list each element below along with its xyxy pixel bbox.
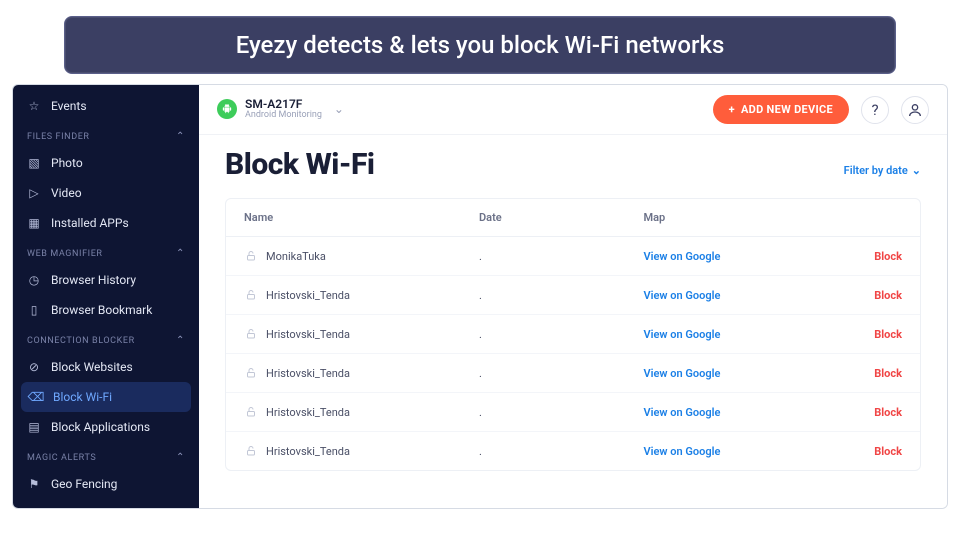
caption-banner: Eyezy detects & lets you block Wi-Fi net… bbox=[64, 16, 896, 74]
sidebar-item-label: Video bbox=[51, 186, 82, 200]
sidebar-item-photo[interactable]: ▧ Photo bbox=[13, 148, 199, 178]
wifi-name: Hristovski_Tenda bbox=[266, 445, 350, 458]
unlock-icon bbox=[244, 327, 258, 341]
col-date: Date bbox=[479, 211, 644, 224]
wifi-date: . bbox=[479, 406, 644, 419]
sidebar-item-block-applications[interactable]: ▤ Block Applications bbox=[13, 412, 199, 442]
wifi-date: . bbox=[479, 328, 644, 341]
wifi-name: Hristovski_Tenda bbox=[266, 367, 350, 380]
wifi-name: Hristovski_Tenda bbox=[266, 406, 350, 419]
table-row: Hristovski_Tenda . View on Google Block bbox=[226, 432, 920, 470]
unlock-icon bbox=[244, 444, 258, 458]
pin-icon: ⚑ bbox=[27, 477, 41, 491]
sidebar-item-block-wifi[interactable]: ⌫ Block Wi-Fi bbox=[21, 382, 191, 412]
block-link[interactable]: Block bbox=[832, 406, 903, 419]
view-on-google-link[interactable]: View on Google bbox=[644, 250, 832, 263]
sidebar-item-label: Block Websites bbox=[51, 360, 133, 374]
page-content: Block Wi-Fi Filter by date ⌄ Name Date M… bbox=[199, 135, 947, 471]
bookmark-icon: ▯ bbox=[27, 303, 41, 317]
sidebar-item-keyword-tracking[interactable]: Aa Keyword tracking bbox=[13, 499, 199, 508]
sidebar-item-events[interactable]: ☆ Events bbox=[13, 91, 199, 121]
sidebar-item-label: Block Applications bbox=[51, 420, 150, 434]
sidebar-item-installed-apps[interactable]: ▦ Installed APPs bbox=[13, 208, 199, 238]
plus-icon: + bbox=[729, 103, 735, 116]
star-icon: ☆ bbox=[27, 99, 41, 113]
sidebar-item-label: Geo Fencing bbox=[51, 477, 117, 491]
unlock-icon bbox=[244, 405, 258, 419]
android-icon bbox=[217, 99, 237, 119]
chevron-up-icon: ⌃ bbox=[176, 131, 185, 142]
user-icon[interactable] bbox=[901, 96, 929, 124]
grid-icon: ▦ bbox=[27, 216, 41, 230]
sidebar-section-magic-alerts[interactable]: MAGIC ALERTS ⌃ bbox=[13, 442, 199, 469]
table-row: Hristovski_Tenda . View on Google Block bbox=[226, 315, 920, 354]
help-icon[interactable]: ? bbox=[861, 96, 889, 124]
col-name: Name bbox=[244, 211, 479, 224]
view-on-google-link[interactable]: View on Google bbox=[644, 406, 832, 419]
view-on-google-link[interactable]: View on Google bbox=[644, 445, 832, 458]
sidebar-item-label: Browser History bbox=[51, 273, 136, 287]
unlock-icon bbox=[244, 249, 258, 263]
sidebar-item-label: Browser Bookmark bbox=[51, 303, 152, 317]
wifi-table: Name Date Map MonikaTuka . View on Googl… bbox=[225, 198, 921, 471]
sidebar-item-browser-bookmark[interactable]: ▯ Browser Bookmark bbox=[13, 295, 199, 325]
view-on-google-link[interactable]: View on Google bbox=[644, 367, 832, 380]
sidebar-item-label: Installed APPs bbox=[51, 216, 129, 230]
app-frame: ☆ Events FILES FINDER ⌃ ▧ Photo ▷ Video … bbox=[12, 84, 948, 509]
chevron-down-icon: ⌄ bbox=[334, 102, 344, 116]
sidebar-item-block-websites[interactable]: ⊘ Block Websites bbox=[13, 352, 199, 382]
chevron-up-icon: ⌃ bbox=[176, 335, 185, 346]
sidebar-item-label: Events bbox=[51, 99, 87, 113]
sidebar-section-files-finder[interactable]: FILES FINDER ⌃ bbox=[13, 121, 199, 148]
device-selector[interactable]: SM-A217F Android Monitoring ⌄ bbox=[217, 98, 701, 121]
table-row: MonikaTuka . View on Google Block bbox=[226, 237, 920, 276]
sidebar-section-connection-blocker[interactable]: CONNECTION BLOCKER ⌃ bbox=[13, 325, 199, 352]
play-icon: ▷ bbox=[27, 186, 41, 200]
view-on-google-link[interactable]: View on Google bbox=[644, 289, 832, 302]
sidebar: ☆ Events FILES FINDER ⌃ ▧ Photo ▷ Video … bbox=[13, 85, 199, 508]
block-link[interactable]: Block bbox=[832, 367, 903, 380]
wifi-date: . bbox=[479, 367, 644, 380]
table-row: Hristovski_Tenda . View on Google Block bbox=[226, 393, 920, 432]
wifi-date: . bbox=[479, 250, 644, 263]
sidebar-item-geo-fencing[interactable]: ⚑ Geo Fencing bbox=[13, 469, 199, 499]
device-subtitle: Android Monitoring bbox=[245, 111, 322, 121]
view-on-google-link[interactable]: View on Google bbox=[644, 328, 832, 341]
page-title: Block Wi-Fi bbox=[225, 147, 375, 182]
sidebar-item-label: Photo bbox=[51, 156, 83, 170]
wifi-name: MonikaTuka bbox=[266, 250, 326, 263]
col-map: Map bbox=[644, 211, 832, 224]
sidebar-section-web-magnifier[interactable]: WEB MAGNIFIER ⌃ bbox=[13, 238, 199, 265]
apps-icon: ▤ bbox=[27, 420, 41, 434]
unlock-icon bbox=[244, 366, 258, 380]
block-link[interactable]: Block bbox=[832, 445, 903, 458]
table-row: Hristovski_Tenda . View on Google Block bbox=[226, 354, 920, 393]
filter-by-date[interactable]: Filter by date ⌄ bbox=[844, 164, 921, 177]
image-icon: ▧ bbox=[27, 156, 41, 170]
clock-icon: ◷ bbox=[27, 273, 41, 287]
chevron-up-icon: ⌃ bbox=[176, 452, 185, 463]
block-icon: ⊘ bbox=[27, 360, 41, 374]
sidebar-item-browser-history[interactable]: ◷ Browser History bbox=[13, 265, 199, 295]
wifi-icon: ⌫ bbox=[29, 390, 43, 404]
add-new-device-button[interactable]: + ADD NEW DEVICE bbox=[713, 95, 849, 124]
text-icon: Aa bbox=[27, 507, 41, 508]
chevron-down-icon: ⌄ bbox=[912, 164, 921, 177]
wifi-date: . bbox=[479, 289, 644, 302]
wifi-name: Hristovski_Tenda bbox=[266, 328, 350, 341]
topbar: SM-A217F Android Monitoring ⌄ + ADD NEW … bbox=[199, 85, 947, 135]
table-row: Hristovski_Tenda . View on Google Block bbox=[226, 276, 920, 315]
block-link[interactable]: Block bbox=[832, 250, 903, 263]
chevron-up-icon: ⌃ bbox=[176, 248, 185, 259]
sidebar-item-label: Block Wi-Fi bbox=[53, 390, 112, 404]
wifi-date: . bbox=[479, 445, 644, 458]
main-panel: SM-A217F Android Monitoring ⌄ + ADD NEW … bbox=[199, 85, 947, 508]
unlock-icon bbox=[244, 288, 258, 302]
table-header: Name Date Map bbox=[226, 199, 920, 237]
sidebar-item-label: Keyword tracking bbox=[51, 507, 143, 508]
block-link[interactable]: Block bbox=[832, 289, 903, 302]
block-link[interactable]: Block bbox=[832, 328, 903, 341]
sidebar-item-video[interactable]: ▷ Video bbox=[13, 178, 199, 208]
wifi-name: Hristovski_Tenda bbox=[266, 289, 350, 302]
